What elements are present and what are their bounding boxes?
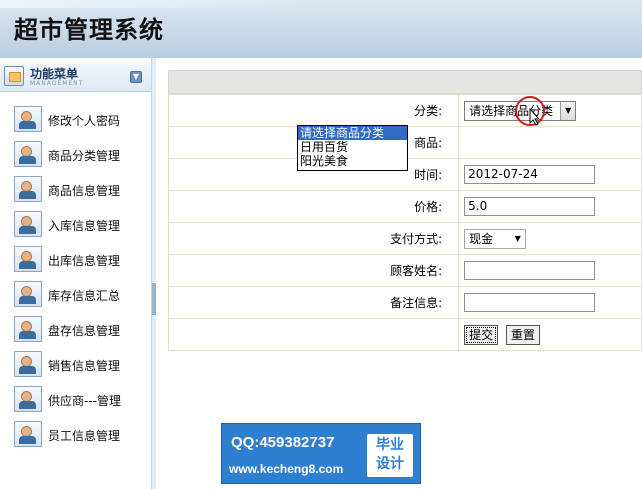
customer-input[interactable] xyxy=(464,261,596,280)
sidebar-item-sales[interactable]: 销售信息管理 xyxy=(14,351,148,379)
form-row-payment: 支付方式: 现金 ▼ xyxy=(167,222,642,255)
app-header: 超市管理系统 xyxy=(0,0,642,58)
watermark-badge-line2: 设计 xyxy=(376,456,404,472)
sidebar-item-category[interactable]: 商品分类管理 xyxy=(14,141,148,169)
category-option[interactable]: 阳光美食 xyxy=(298,154,407,168)
sidebar-item-label[interactable]: 入库信息管理 xyxy=(48,217,120,234)
product-field xyxy=(458,126,642,159)
sidebar-item-stock-in[interactable]: 入库信息管理 xyxy=(14,211,148,239)
sidebar-item-label[interactable]: 出库信息管理 xyxy=(48,252,120,269)
sidebar-item-supplier[interactable]: 供应商---管理 xyxy=(14,386,148,414)
watermark-badge: 毕业 设计 xyxy=(367,434,413,477)
user-icon xyxy=(14,246,42,272)
watermark-site: www.kecheng8.com xyxy=(229,462,344,476)
user-icon xyxy=(14,281,42,307)
sidebar-item-label[interactable]: 商品信息管理 xyxy=(48,182,120,199)
time-input[interactable]: 2012-07-24 xyxy=(464,165,596,184)
user-icon xyxy=(14,316,42,342)
sidebar: 功能菜单 MANAGEMENT ▼ 修改个人密码 商品分类管理 商品信息管理 入… xyxy=(0,58,152,489)
app-title: 超市管理系统 xyxy=(14,15,164,44)
splitter-handle[interactable] xyxy=(152,282,156,316)
payment-label: 支付方式: xyxy=(167,222,460,255)
user-icon xyxy=(14,351,42,377)
sidebar-item-label[interactable]: 供应商---管理 xyxy=(48,392,121,409)
header-highlight xyxy=(0,0,325,8)
menu-header: 功能菜单 MANAGEMENT ▼ xyxy=(0,62,151,92)
watermark-banner: QQ:459382737 www.kecheng8.com 毕业 设计 xyxy=(221,423,421,484)
form-row-price: 价格: 5.0 xyxy=(167,190,642,223)
customer-label: 顾客姓名: xyxy=(167,254,460,287)
form-row-remark: 备注信息: xyxy=(167,286,642,319)
user-icon xyxy=(14,141,42,167)
folder-icon xyxy=(4,66,24,86)
user-icon xyxy=(14,176,42,202)
category-option[interactable]: 日用百货 xyxy=(298,140,407,154)
sidebar-item-stocktake[interactable]: 盘存信息管理 xyxy=(14,316,148,344)
category-label: 分类: xyxy=(167,94,460,127)
sidebar-item-product[interactable]: 商品信息管理 xyxy=(14,176,148,204)
sidebar-item-inventory-summary[interactable]: 库存信息汇总 xyxy=(14,281,148,309)
user-icon xyxy=(14,386,42,412)
watermark-qq: QQ:459382737 xyxy=(231,434,335,451)
mouse-cursor-icon xyxy=(529,108,541,126)
remark-label: 备注信息: xyxy=(167,286,460,319)
user-icon xyxy=(14,106,42,132)
price-label: 价格: xyxy=(167,190,460,223)
category-option[interactable]: 请选择商品分类 xyxy=(298,126,407,140)
payment-select[interactable]: 现金 ▼ xyxy=(464,228,527,249)
sidebar-item-label[interactable]: 修改个人密码 xyxy=(48,112,120,129)
menu-header-subtitle: MANAGEMENT xyxy=(30,80,84,87)
form-row-category: 分类: 请选择商品分类 ▼ xyxy=(167,94,642,127)
chevron-down-icon[interactable]: ▼ xyxy=(510,229,526,248)
remark-input[interactable] xyxy=(464,293,596,312)
submit-button[interactable]: 提交 xyxy=(464,324,499,345)
reset-button[interactable]: 重置 xyxy=(505,324,540,345)
content-title-bar xyxy=(168,70,642,94)
sidebar-item-change-password[interactable]: 修改个人密码 xyxy=(14,106,148,134)
user-icon xyxy=(14,211,42,237)
chevron-down-icon[interactable]: ▼ xyxy=(130,71,142,83)
price-input[interactable]: 5.0 xyxy=(464,197,596,216)
user-icon xyxy=(14,421,42,447)
form-row-actions: 提交 重置 xyxy=(167,318,642,351)
sidebar-item-label[interactable]: 销售信息管理 xyxy=(48,357,120,374)
payment-select-value: 现金 xyxy=(469,231,494,246)
sidebar-item-employee[interactable]: 员工信息管理 xyxy=(14,421,148,449)
sidebar-item-label[interactable]: 库存信息汇总 xyxy=(48,287,120,304)
sidebar-item-label[interactable]: 盘存信息管理 xyxy=(48,322,120,339)
sidebar-item-stock-out[interactable]: 出库信息管理 xyxy=(14,246,148,274)
sidebar-splitter[interactable] xyxy=(152,58,156,489)
watermark-badge-line1: 毕业 xyxy=(376,437,404,453)
form-row-customer: 顾客姓名: xyxy=(167,254,642,287)
sidebar-item-label[interactable]: 员工信息管理 xyxy=(48,427,120,444)
category-dropdown-list[interactable]: 请选择商品分类 日用百货 阳光美食 xyxy=(297,125,408,171)
sidebar-item-label[interactable]: 商品分类管理 xyxy=(48,147,120,164)
chevron-down-icon[interactable]: ▼ xyxy=(560,101,576,120)
